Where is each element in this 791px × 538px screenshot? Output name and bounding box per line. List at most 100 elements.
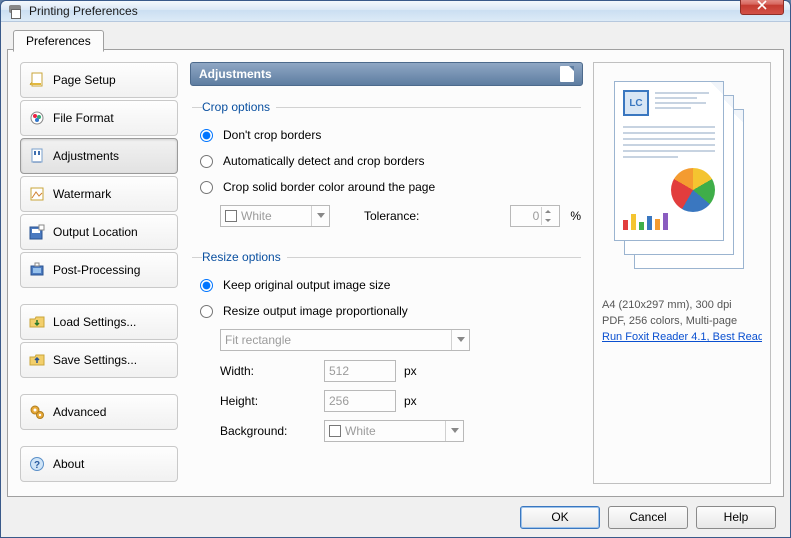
tolerance-unit: % [570,209,581,223]
unit-label: px [404,364,417,378]
close-button[interactable] [740,0,784,15]
button-label: OK [551,510,568,524]
watermark-icon [29,186,45,202]
spin-buttons[interactable] [541,207,555,225]
crop-color-combo[interactable]: White [220,205,330,227]
height-row: Height: 256 px [220,386,581,416]
radio-proportional-input[interactable] [200,305,213,318]
radio-dont-crop-input[interactable] [200,129,213,142]
radio-solid-color[interactable]: Crop solid border color around the page [200,174,581,200]
adjustments-icon [29,148,45,164]
ok-button[interactable]: OK [520,506,600,529]
fit-mode-row: Fit rectangle [220,324,581,356]
sidebar-item-label: Page Setup [53,73,116,87]
chevron-down-icon [445,421,463,441]
file-format-icon [29,110,45,126]
height-input[interactable]: 256 [324,390,396,412]
window-title: Printing Preferences [29,4,138,18]
radio-auto-detect-input[interactable] [200,155,213,168]
help-button[interactable]: Help [696,506,776,529]
post-processing-icon [29,262,45,278]
printer-icon [7,3,23,19]
width-row: Width: 512 px [220,356,581,386]
load-settings-icon [29,314,45,330]
radio-proportional[interactable]: Resize output image proportionally [200,298,581,324]
input-value: 512 [329,364,349,378]
background-label: Background: [220,424,316,438]
sidebar-item-label: Advanced [53,405,106,419]
dialog-footer: OK Cancel Help [7,497,784,537]
panel: Page Setup File Format Adjustments Water… [7,49,784,497]
advanced-icon [29,404,45,420]
window: Printing Preferences Preferences Page Se… [0,0,791,538]
background-combo[interactable]: White [324,420,464,442]
button-label: Cancel [629,510,666,524]
button-label: Help [724,510,749,524]
titlebar[interactable]: Printing Preferences [1,1,790,22]
combo-value: White [241,209,272,223]
sidebar-item-file-format[interactable]: File Format [20,100,178,136]
preview-info-1: A4 (210x297 mm), 300 dpi [602,299,732,311]
cancel-button[interactable]: Cancel [608,506,688,529]
sidebar-item-watermark[interactable]: Watermark [20,176,178,212]
sidebar-item-adjustments[interactable]: Adjustments [20,138,178,174]
chevron-up-icon [542,207,554,216]
unit-label: px [404,394,417,408]
section-title: Adjustments [199,67,272,81]
output-location-icon [29,224,45,240]
preview-info-2: PDF, 256 colors, Multi-page [602,315,737,327]
svg-text:?: ? [34,460,40,471]
crop-legend: Crop options [202,100,276,114]
crop-options-group: Crop options Don't crop borders Automati… [192,100,581,232]
radio-label: Automatically detect and crop borders [223,154,424,168]
tolerance-spin[interactable]: 0 [510,205,560,227]
sidebar-item-label: Watermark [53,187,111,201]
sidebar-item-page-setup[interactable]: Page Setup [20,62,178,98]
crop-color-row: White Tolerance: 0 % [220,200,581,232]
settings-column: Adjustments Crop options Don't crop bord… [190,62,583,484]
height-label: Height: [220,394,316,408]
section-header: Adjustments [190,62,583,86]
combo-value: Fit rectangle [225,333,291,347]
preview-link[interactable]: Run Foxit Reader 4.1, Best Reader for E [602,331,762,343]
radio-keep-original-input[interactable] [200,279,213,292]
radio-label: Keep original output image size [223,278,390,292]
close-icon [757,0,767,10]
chevron-down-icon [542,216,554,225]
sidebar-item-post-processing[interactable]: Post-Processing [20,252,178,288]
tab-preferences[interactable]: Preferences [13,30,104,52]
sidebar-item-load-settings[interactable]: Load Settings... [20,304,178,340]
color-swatch-icon [225,210,237,222]
preview-image: LC [612,81,752,281]
fit-mode-combo[interactable]: Fit rectangle [220,329,470,351]
spin-value: 0 [515,209,541,223]
sidebar-item-about[interactable]: ? About [20,446,178,482]
width-input[interactable]: 512 [324,360,396,382]
sidebar-item-label: Adjustments [53,149,119,163]
radio-label: Don't crop borders [223,128,321,142]
client-area: Preferences Page Setup File Format Adjus… [1,22,790,537]
sidebar-item-save-settings[interactable]: Save Settings... [20,342,178,378]
sidebar-item-output-location[interactable]: Output Location [20,214,178,250]
sidebar-item-label: Load Settings... [53,315,136,329]
radio-solid-color-input[interactable] [200,181,213,194]
sidebar-item-advanced[interactable]: Advanced [20,394,178,430]
radio-dont-crop[interactable]: Don't crop borders [200,122,581,148]
sidebar-item-label: File Format [53,111,114,125]
combo-value: White [345,424,376,438]
sidebar-item-label: About [53,457,84,471]
chevron-down-icon [451,330,469,350]
about-icon: ? [29,456,45,472]
radio-label: Crop solid border color around the page [223,180,435,194]
sidebar-item-label: Output Location [53,225,138,239]
radio-auto-detect[interactable]: Automatically detect and crop borders [200,148,581,174]
tab-label: Preferences [26,34,91,48]
radio-keep-original[interactable]: Keep original output image size [200,272,581,298]
preview-panel: LC A4 (210x297 mm), 300 dpi PDF, 256 col… [593,62,771,484]
background-row: Background: White [220,416,581,446]
header-help-icon[interactable] [560,66,574,82]
color-swatch-icon [329,425,341,437]
width-label: Width: [220,364,316,378]
resize-legend: Resize options [202,250,287,264]
chevron-down-icon [311,206,329,226]
